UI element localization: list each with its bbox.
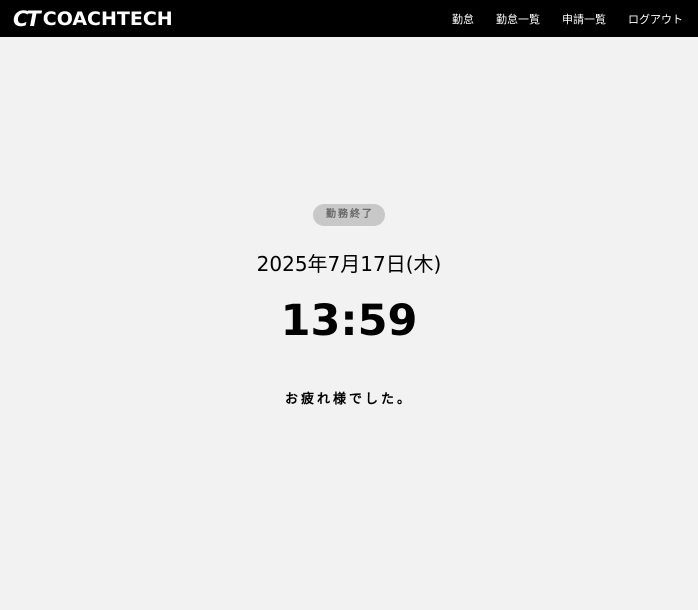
nav-logout-link[interactable]: ログアウト bbox=[628, 11, 683, 27]
current-date: 2025年7月17日(木) bbox=[256, 252, 442, 276]
current-time: 13:59 bbox=[280, 296, 418, 346]
logo-mark-icon: CT bbox=[13, 7, 41, 31]
coachtech-logo[interactable]: CT COACHTECH bbox=[13, 8, 173, 30]
nav-attendance-link[interactable]: 勤怠 bbox=[452, 11, 474, 27]
header: CT COACHTECH 勤怠 勤怠一覧 申請一覧 ログアウト bbox=[0, 0, 698, 37]
header-nav: 勤怠 勤怠一覧 申請一覧 ログアウト bbox=[430, 0, 683, 37]
nav-attendance-list-link[interactable]: 勤怠一覧 bbox=[496, 11, 540, 27]
status-badge: 勤務終了 bbox=[313, 204, 385, 226]
completion-message: お疲れ様でした。 bbox=[284, 392, 413, 407]
nav-request-list-link[interactable]: 申請一覧 bbox=[562, 11, 606, 27]
logo-text: COACHTECH bbox=[42, 8, 173, 30]
